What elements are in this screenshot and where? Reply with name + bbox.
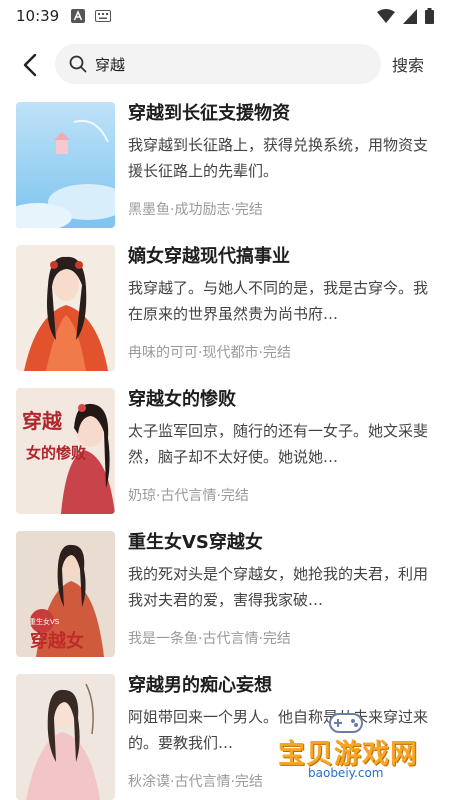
book-cover: 重生女VS 穿越女	[16, 531, 115, 657]
battery-icon	[425, 8, 434, 24]
book-cover	[16, 674, 115, 800]
search-input[interactable]	[95, 55, 355, 73]
book-info: 嫡女穿越现代搞事业 我穿越了。与她人不同的是，我是古穿今。我在原来的世界虽然贵为…	[128, 243, 428, 363]
book-meta: 冉味的可可·现代都市·完结	[128, 345, 291, 361]
search-button[interactable]: 搜索	[392, 52, 424, 76]
cover-title-a: 重生女VS	[29, 617, 60, 626]
book-info: 重生女VS穿越女 我的死对头是个穿越女，她抢我的夫君，利用我对夫君的爱，害得我家…	[128, 529, 428, 649]
list-item[interactable]: 嫡女穿越现代搞事业 我穿越了。与她人不同的是，我是古穿今。我在原来的世界虽然贵为…	[0, 243, 450, 386]
book-list: 穿越到长征支援物资 我穿越到长征路上，获得兑换系统，用物资支援长征路上的先辈们。…	[0, 100, 450, 800]
back-button[interactable]	[8, 43, 52, 87]
chevron-left-icon	[23, 53, 37, 77]
book-title: 重生女VS穿越女	[128, 532, 263, 553]
book-info: 穿越到长征支援物资 我穿越到长征路上，获得兑换系统，用物资支援长征路上的先辈们。…	[128, 100, 428, 220]
cover-title-a: 穿越	[22, 409, 63, 433]
book-title: 穿越女的惨败	[128, 389, 236, 410]
search-header: 搜索	[0, 38, 450, 92]
cover-title-b: 穿越女	[30, 630, 84, 652]
book-meta: 黑墨鱼·成功励志·完结	[128, 202, 263, 218]
book-meta: 我是一条鱼·古代言情·完结	[128, 631, 291, 647]
book-description: 我穿越到长征路上，获得兑换系统，用物资支援长征路上的先辈们。	[128, 136, 428, 180]
list-item[interactable]: 穿越到长征支援物资 我穿越到长征路上，获得兑换系统，用物资支援长征路上的先辈们。…	[0, 100, 450, 243]
notification-a-icon	[71, 9, 86, 23]
cover-title-b: 女的惨败	[26, 444, 86, 462]
status-icons-left	[71, 9, 112, 23]
book-cover	[16, 245, 115, 371]
keyboard-icon	[95, 10, 112, 22]
list-item[interactable]: 重生女VS 穿越女 重生女VS穿越女 我的死对头是个穿越女，她抢我的夫君，利用我…	[0, 529, 450, 672]
book-description: 我的死对头是个穿越女，她抢我的夫君，利用我对夫君的爱，害得我家破…	[128, 565, 428, 609]
book-cover	[16, 102, 115, 228]
book-description: 我穿越了。与她人不同的是，我是古穿今。我在原来的世界虽然贵为尚书府…	[128, 279, 428, 323]
book-info: 穿越女的惨败 太子监军回京，随行的还有一女子。她文采斐然，脑子却不太好使。她说她…	[128, 386, 428, 506]
book-description: 太子监军回京，随行的还有一女子。她文采斐然，脑子却不太好使。她说她…	[128, 422, 428, 466]
book-meta: 奶琼·古代言情·完结	[128, 488, 249, 504]
search-box[interactable]	[55, 44, 381, 84]
watermark: 宝贝游戏网 baobeiy.com	[278, 706, 438, 780]
book-title: 穿越男的痴心妄想	[128, 675, 272, 696]
book-title: 嫡女穿越现代搞事业	[128, 246, 290, 267]
search-icon	[69, 55, 87, 73]
signal-icon	[403, 8, 417, 24]
book-title: 穿越到长征支援物资	[128, 103, 290, 124]
status-time: 10:39	[16, 7, 60, 25]
book-cover: 穿越 女的惨败	[16, 388, 115, 514]
status-icons-right	[377, 8, 434, 24]
watermark-url: baobeiy.com	[308, 766, 384, 780]
wifi-icon	[377, 8, 395, 23]
list-item[interactable]: 穿越 女的惨败 穿越女的惨败 太子监军回京，随行的还有一女子。她文采斐然，脑子却…	[0, 386, 450, 529]
status-bar: 10:39	[0, 0, 450, 32]
